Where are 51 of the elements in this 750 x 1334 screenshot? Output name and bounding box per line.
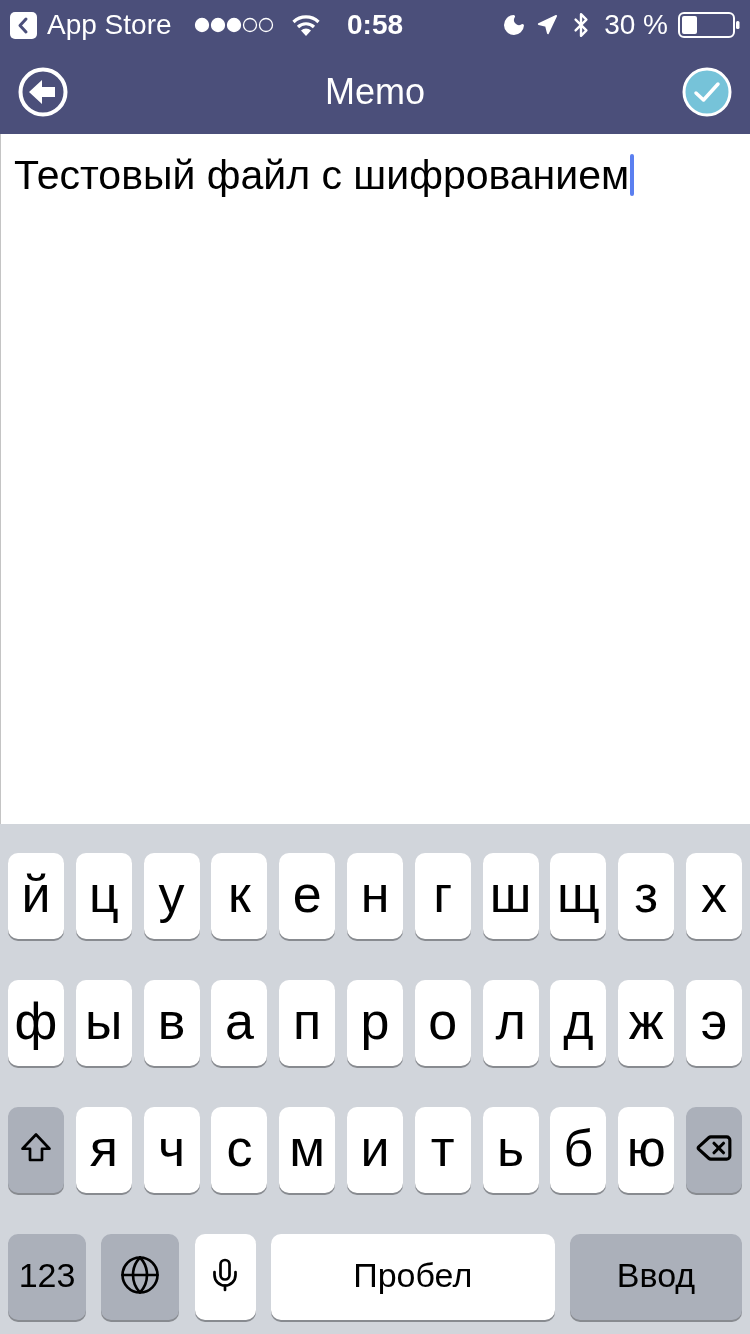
letter-key[interactable]: и xyxy=(347,1107,403,1193)
location-arrow-icon xyxy=(536,14,559,36)
letter-key[interactable]: ф xyxy=(8,980,64,1066)
letter-key[interactable]: е xyxy=(279,853,336,939)
letter-key[interactable]: х xyxy=(685,853,742,939)
globe-icon xyxy=(119,1254,162,1296)
letter-key[interactable]: д xyxy=(550,980,607,1066)
save-button[interactable] xyxy=(682,67,732,117)
letter-key[interactable]: в xyxy=(143,980,200,1066)
numbers-key[interactable]: 123 xyxy=(8,1234,86,1320)
space-key[interactable]: Пробел xyxy=(270,1234,555,1320)
letter-key[interactable]: р xyxy=(347,980,403,1066)
checkmark-icon xyxy=(682,67,732,117)
letter-key[interactable]: л xyxy=(482,980,539,1066)
letter-key[interactable]: о xyxy=(414,980,471,1066)
back-button[interactable] xyxy=(18,67,68,117)
return-key[interactable]: Ввод xyxy=(570,1234,742,1320)
letter-key[interactable]: к xyxy=(211,853,268,939)
battery-percentage: 30 % xyxy=(604,8,668,42)
letter-key[interactable]: п xyxy=(279,980,336,1066)
letter-key[interactable]: щ xyxy=(550,853,607,939)
letter-key[interactable]: ч xyxy=(143,1107,200,1193)
moon-icon xyxy=(502,13,527,37)
letter-key[interactable]: з xyxy=(618,853,675,939)
signal-strength-icon xyxy=(193,17,274,33)
letter-key[interactable]: а xyxy=(211,980,268,1066)
letter-key[interactable]: м xyxy=(279,1107,336,1193)
letter-key[interactable]: г xyxy=(414,853,471,939)
letter-key[interactable]: ь xyxy=(482,1107,539,1193)
letter-key[interactable]: я xyxy=(75,1107,132,1193)
letter-key[interactable]: н xyxy=(347,853,403,939)
backspace-key[interactable] xyxy=(685,1107,742,1193)
letter-key[interactable]: ш xyxy=(482,853,539,939)
letter-key[interactable]: э xyxy=(685,980,742,1066)
letter-key[interactable]: б xyxy=(550,1107,607,1193)
shift-key[interactable] xyxy=(8,1107,64,1193)
letter-key[interactable]: ы xyxy=(75,980,132,1066)
screen-title: Memo xyxy=(325,70,425,114)
dictation-key[interactable] xyxy=(194,1234,256,1320)
back-to-app-link[interactable]: App Store xyxy=(10,4,172,46)
letter-key[interactable]: с xyxy=(211,1107,268,1193)
letter-key[interactable]: ж xyxy=(618,980,675,1066)
letter-key[interactable]: у xyxy=(143,853,200,939)
back-chevron-icon xyxy=(10,11,37,39)
letter-key[interactable]: т xyxy=(414,1107,471,1193)
status-time: 0:58 xyxy=(346,8,405,42)
letter-key[interactable]: й xyxy=(8,853,64,939)
battery-icon xyxy=(678,12,740,38)
letter-key[interactable]: ц xyxy=(75,853,132,939)
letter-key[interactable]: ю xyxy=(618,1107,675,1193)
keyboard-switch-key[interactable] xyxy=(101,1234,180,1320)
